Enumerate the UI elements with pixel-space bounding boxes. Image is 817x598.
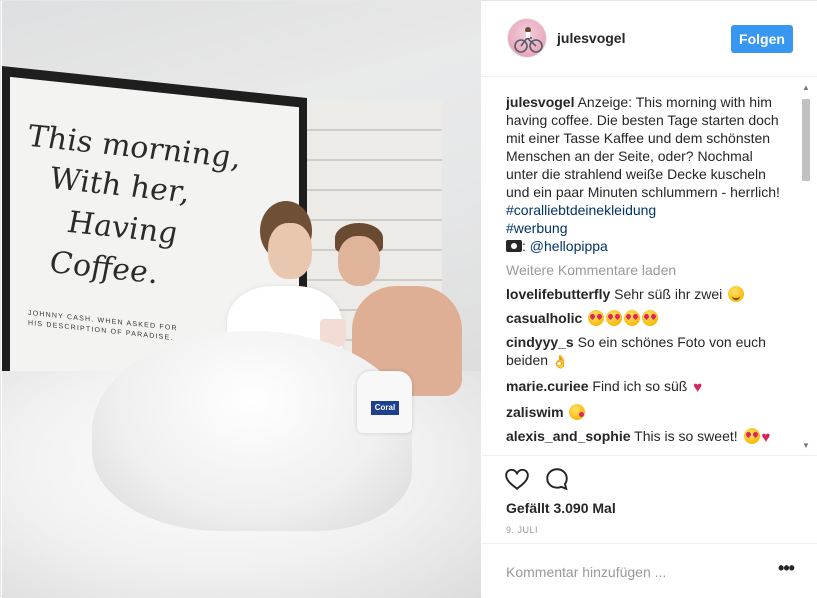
photo-detergent-bottle: Coral	[357, 371, 412, 433]
smiling-face-icon	[728, 286, 745, 302]
comments-scrollbar[interactable]: ▲ ▼	[800, 81, 812, 453]
mention-link[interactable]: @hellopippa	[530, 238, 608, 254]
bottle-label: Coral	[371, 401, 399, 415]
comment: zaliswim	[506, 403, 786, 421]
avatar-bicycle-icon	[514, 27, 543, 53]
comment-text	[582, 310, 586, 326]
post-photo[interactable]: This morning, With her, Having Coffee. J…	[2, 1, 481, 598]
comment-text: Find ich so süß	[588, 378, 692, 394]
heart-eyes-icon	[606, 310, 623, 326]
comment: lovelifebutterfly Sehr süß ihr zwei	[506, 285, 786, 303]
heart-eyes-icon	[588, 310, 605, 326]
comment-input[interactable]	[506, 562, 756, 582]
post-caption: julesvogel Anzeige: This morning with hi…	[506, 93, 786, 255]
post-sidebar: julesvogel Folgen julesvogel Anzeige: Th…	[482, 1, 817, 598]
comment: casualholic	[506, 309, 786, 327]
caption-username[interactable]: julesvogel	[506, 94, 574, 110]
scrollbar-thumb[interactable]	[802, 99, 810, 181]
poster-caption: JOHNNY CASH. WHEN ASKED FOR HIS DESCRIPT…	[28, 309, 178, 345]
comment-text	[564, 404, 568, 420]
heart-eyes-icon	[743, 428, 760, 444]
comment-username[interactable]: zaliswim	[506, 404, 564, 420]
hashtag-link[interactable]: #coralliebtdeinekleidung	[506, 202, 656, 218]
scroll-down-arrow-icon[interactable]: ▼	[801, 441, 811, 451]
photo-man-face	[338, 236, 380, 286]
add-comment-section: •••	[482, 543, 817, 598]
comment: cindyyy_s So ein schönes Foto von euch b…	[506, 333, 786, 371]
post-actions: Gefällt 3.090 Mal 9. JULI	[482, 455, 817, 541]
avatar[interactable]	[507, 18, 547, 58]
comment-username[interactable]: lovelifebutterfly	[506, 286, 610, 302]
comment-username[interactable]: casualholic	[506, 310, 582, 326]
follow-button[interactable]: Folgen	[731, 25, 793, 53]
post-header: julesvogel Folgen	[482, 1, 817, 77]
camera-icon	[506, 240, 522, 252]
kissing-face-icon	[569, 404, 586, 420]
red-heart-icon: ♥	[693, 379, 703, 396]
comment-bubble-icon[interactable]	[544, 466, 570, 492]
comment-text: This is so sweet!	[630, 428, 742, 444]
comment: alexis_and_sophie This is so sweet! ♥	[506, 427, 786, 447]
load-more-comments[interactable]: Weitere Kommentare laden	[506, 261, 786, 279]
comment-username[interactable]: cindyyy_s	[506, 334, 574, 350]
comment-username[interactable]: alexis_and_sophie	[506, 428, 631, 444]
post-date[interactable]: 9. JULI	[506, 525, 538, 535]
comments-list: julesvogel Anzeige: This morning with hi…	[506, 93, 786, 455]
heart-outline-icon[interactable]	[504, 466, 530, 492]
hashtag-link[interactable]: #werbung	[506, 220, 568, 236]
comment-text: Sehr süß ihr zwei	[610, 286, 727, 302]
instagram-post: This morning, With her, Having Coffee. J…	[0, 0, 817, 598]
red-heart-icon: ♥	[761, 429, 771, 446]
comment-username[interactable]: marie.curiee	[506, 378, 589, 394]
scroll-up-arrow-icon[interactable]: ▲	[801, 83, 811, 93]
poster-line-4: Coffee.	[50, 245, 158, 292]
heart-eyes-icon	[624, 310, 641, 326]
poster-line-3: Having	[68, 204, 178, 252]
photo-woman-face	[268, 223, 312, 279]
header-username[interactable]: julesvogel	[557, 30, 625, 46]
credit-separator: :	[522, 238, 530, 254]
likes-count[interactable]: Gefällt 3.090 Mal	[506, 500, 616, 516]
ok-hand-icon: 👌	[551, 354, 569, 369]
more-options-icon[interactable]: •••	[776, 559, 796, 582]
heart-eyes-icon	[642, 310, 659, 326]
comment: marie.curiee Find ich so süß ♥	[506, 377, 786, 397]
